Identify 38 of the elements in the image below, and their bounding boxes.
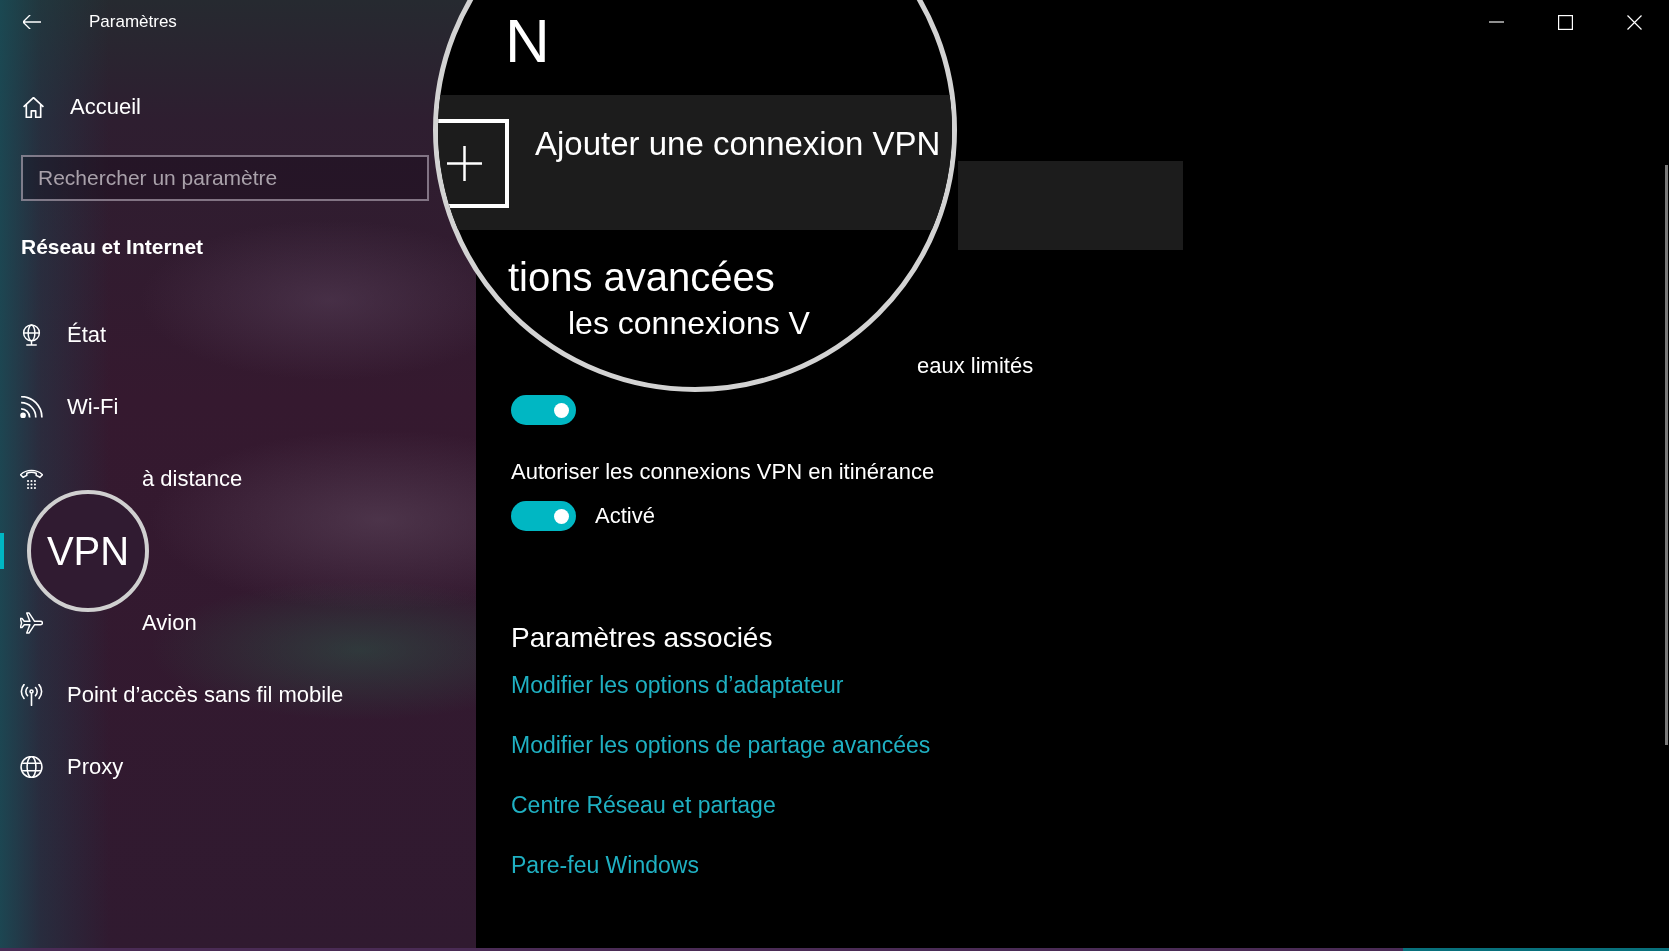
nav-item-label: VPN xyxy=(46,528,130,574)
antenna-icon xyxy=(20,684,43,706)
nav-item[interactable]: Proxy xyxy=(0,731,136,803)
settings-link[interactable]: Modifier les options de partage avancées xyxy=(511,731,931,759)
home-nav-item[interactable]: Accueil xyxy=(0,83,161,131)
wifi-icon xyxy=(20,396,43,418)
scrollbar-thumb[interactable] xyxy=(1665,165,1668,745)
toggle-switch[interactable] xyxy=(511,501,576,531)
monitor-globe-icon xyxy=(20,324,43,346)
airplane-icon xyxy=(20,612,43,634)
section-title: Réseau et Internet xyxy=(21,234,204,260)
nav-item[interactable]: État xyxy=(0,299,119,371)
search-field[interactable]: Rechercher un paramètre xyxy=(21,155,429,201)
globe-icon xyxy=(20,756,43,778)
toggle-state-label: Activé xyxy=(595,503,655,529)
settings-link[interactable]: Centre Réseau et partage xyxy=(511,791,776,819)
nav-item[interactable]: à distance xyxy=(142,469,243,489)
setting-label: eaux limités xyxy=(917,353,1034,379)
setting-label: Autoriser les connexions VPN en itinérance xyxy=(511,459,935,485)
settings-link[interactable]: Modifier les options d’adaptateur xyxy=(511,671,844,699)
home-icon xyxy=(23,96,44,118)
nav-item[interactable]: Wi-Fi xyxy=(0,371,131,443)
back-arrow-icon xyxy=(23,15,41,29)
plus-icon xyxy=(438,119,509,208)
toggle-switch[interactable] xyxy=(511,395,576,425)
page-title: N xyxy=(505,10,550,72)
minimize-icon xyxy=(1489,21,1504,23)
window-title: Paramètres xyxy=(89,12,177,32)
nav-item[interactable]: Point d’accès sans fil mobile xyxy=(0,659,356,731)
phone-icon xyxy=(20,468,43,490)
nav-item[interactable]: Avion xyxy=(142,613,197,633)
setting-label: les connexions V xyxy=(568,305,810,342)
maximize-icon xyxy=(1558,14,1573,30)
settings-link[interactable]: Pare-feu Windows xyxy=(511,851,699,879)
close-icon xyxy=(1627,14,1642,30)
section-heading: tions avancées xyxy=(508,255,775,299)
add-connection-button[interactable]: Ajouter une connexion VPN xyxy=(438,95,952,230)
section-heading: Paramètres associés xyxy=(511,621,773,655)
